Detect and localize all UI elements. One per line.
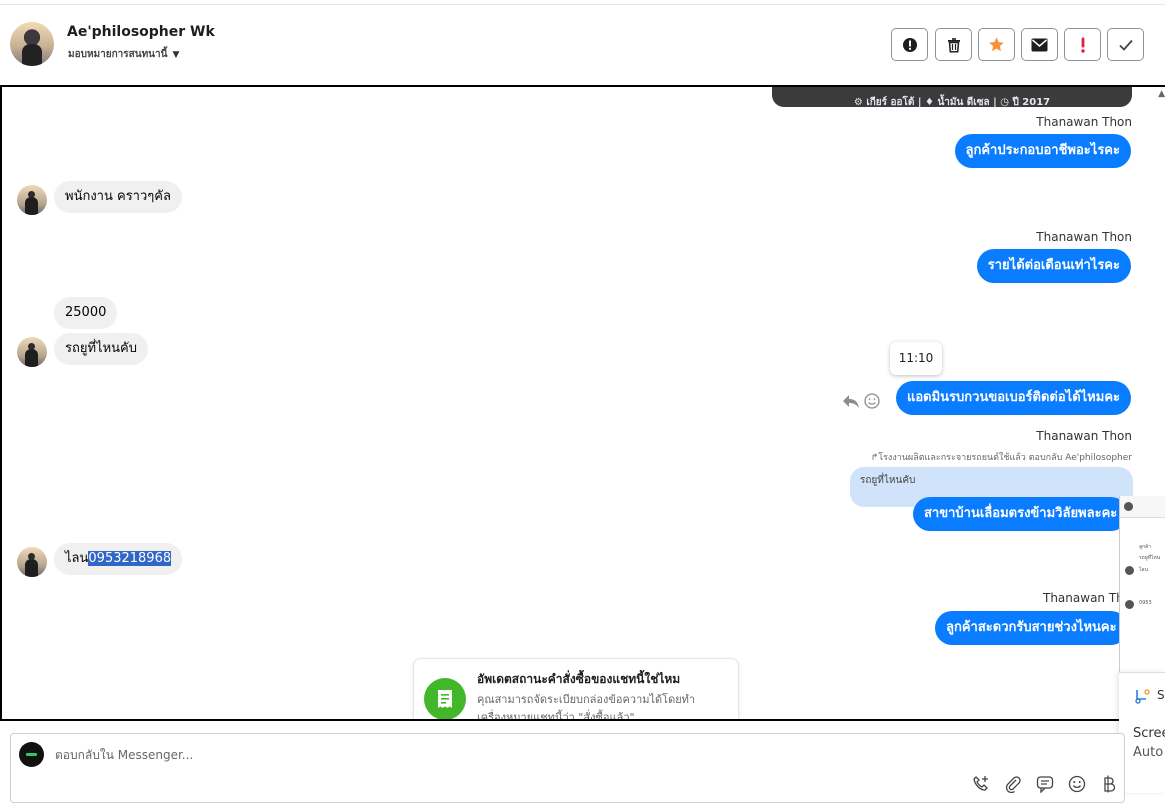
- assign-label: มอบหมายการสนทนานี้: [68, 49, 168, 60]
- message-actions: [842, 393, 880, 413]
- exclamation-icon: [1080, 37, 1086, 53]
- snip-icon: [1134, 688, 1150, 708]
- incoming-message[interactable]: 25000: [54, 297, 118, 329]
- alert-circle-icon: [902, 37, 918, 53]
- message-input[interactable]: ตอบกลับใน Messenger...: [55, 746, 193, 765]
- composer-toolbar: [971, 774, 1119, 794]
- mark-unread-button[interactable]: [1021, 28, 1058, 61]
- outgoing-message[interactable]: ลูกค้าประกอบอาชีพอะไรคะ: [954, 134, 1131, 168]
- incoming-message[interactable]: พนักงาน คราวๆคัล: [54, 181, 182, 213]
- contact-name[interactable]: Ae'philosopher Wk: [67, 24, 215, 40]
- message-thread[interactable]: ⚙ เกียร์ ออโต้ | ♦ น้ำมัน ดีเซล | ◷ ปี 2…: [0, 85, 1165, 721]
- popup-text: Auto: [1133, 745, 1164, 760]
- incoming-message[interactable]: ไลน0953218968: [54, 543, 183, 575]
- mark-spam-button[interactable]: [891, 28, 928, 61]
- delete-button[interactable]: [935, 28, 972, 61]
- outgoing-message[interactable]: รายได้ต่อเดือนเท่าไรคะ: [976, 249, 1131, 283]
- mini-line: ลูกค้า: [1139, 544, 1152, 550]
- sender-name: Thanawan Thon: [1036, 429, 1132, 443]
- outgoing-message[interactable]: แอดมินรบกวนขอเบอร์ติดต่อได้ไหมคะ: [895, 381, 1131, 415]
- paperclip-icon[interactable]: [1003, 774, 1023, 794]
- phone-add-icon[interactable]: [971, 774, 991, 794]
- selected-phone-number[interactable]: 0953218968: [88, 551, 172, 566]
- caret-down-icon: ▼: [172, 50, 180, 60]
- outgoing-message[interactable]: ลูกค้าสะดวกรับสายช่วงไหนคะ: [935, 611, 1128, 645]
- popup-text: Scree: [1133, 726, 1165, 741]
- conversation-header: Ae'philosopher Wk มอบหมายการสนทนานี้ ▼: [0, 6, 1165, 84]
- order-card-title: อัพเดตสถานะคำสั่งซื้อของแชทนี้ใช่ไหม: [477, 672, 681, 686]
- follow-up-button[interactable]: [1064, 28, 1101, 61]
- receipt-icon: [424, 678, 466, 719]
- checkmark-icon: [1118, 38, 1134, 52]
- react-emoji-icon[interactable]: [864, 393, 880, 413]
- mini-line: รถยูที่ไหน: [1139, 555, 1161, 561]
- reply-context: ↱โรงงานผลิตและกระจายรถยนต์ใช้แล้ว ตอบกลั…: [870, 453, 1132, 463]
- message-text: ไลน: [65, 551, 89, 566]
- popup-label: S: [1157, 688, 1165, 702]
- mini-avatar: [1125, 600, 1134, 609]
- chat-icon[interactable]: [1035, 774, 1055, 794]
- contact-avatar-small[interactable]: [17, 185, 47, 215]
- emoji-icon[interactable]: [1067, 774, 1087, 794]
- mini-avatar: [1125, 566, 1134, 575]
- sender-name: Thanawan Thon: [1036, 230, 1132, 244]
- contact-avatar-small[interactable]: [17, 547, 47, 577]
- envelope-icon: [1031, 38, 1048, 52]
- order-status-prompt[interactable]: อัพเดตสถานะคำสั่งซื้อของแชทนี้ใช่ไหม คุณ…: [413, 658, 739, 721]
- mini-preview-header: [1120, 496, 1165, 518]
- incoming-message[interactable]: รถยูที่ไหนคับ: [54, 333, 148, 365]
- star-icon: [988, 36, 1005, 53]
- shared-post-banner[interactable]: ⚙ เกียร์ ออโต้ | ♦ น้ำมัน ดีเซล | ◷ ปี 2…: [772, 87, 1132, 107]
- timestamp-tooltip: 11:10: [890, 342, 942, 375]
- assign-conversation-dropdown[interactable]: มอบหมายการสนทนานี้ ▼: [68, 47, 179, 62]
- top-divider: [0, 0, 1165, 5]
- mark-done-button[interactable]: [1107, 28, 1144, 61]
- contact-avatar[interactable]: [10, 22, 54, 66]
- mini-line: ไลน: [1139, 567, 1148, 573]
- baht-icon[interactable]: [1099, 774, 1119, 794]
- trash-icon: [946, 37, 962, 53]
- screen-capture-popup[interactable]: S Scree Auto: [1119, 672, 1165, 793]
- outgoing-message[interactable]: สาขาบ้านเลื่อมตรงข้ามวิลัยพละคะ: [913, 497, 1129, 531]
- mini-line: 0953: [1139, 600, 1152, 606]
- scroll-up-icon[interactable]: ▲: [1158, 89, 1165, 99]
- contact-avatar-small[interactable]: [17, 337, 47, 367]
- page-avatar: [19, 742, 44, 767]
- order-card-description: คุณสามารถจัดระเบียบกล่องข้อความได้โดยทำเ…: [477, 693, 696, 721]
- sender-name: Thanawan Thon: [1036, 115, 1132, 129]
- reply-icon[interactable]: [842, 393, 860, 413]
- mini-avatar: [1124, 502, 1133, 511]
- star-button[interactable]: [978, 28, 1015, 61]
